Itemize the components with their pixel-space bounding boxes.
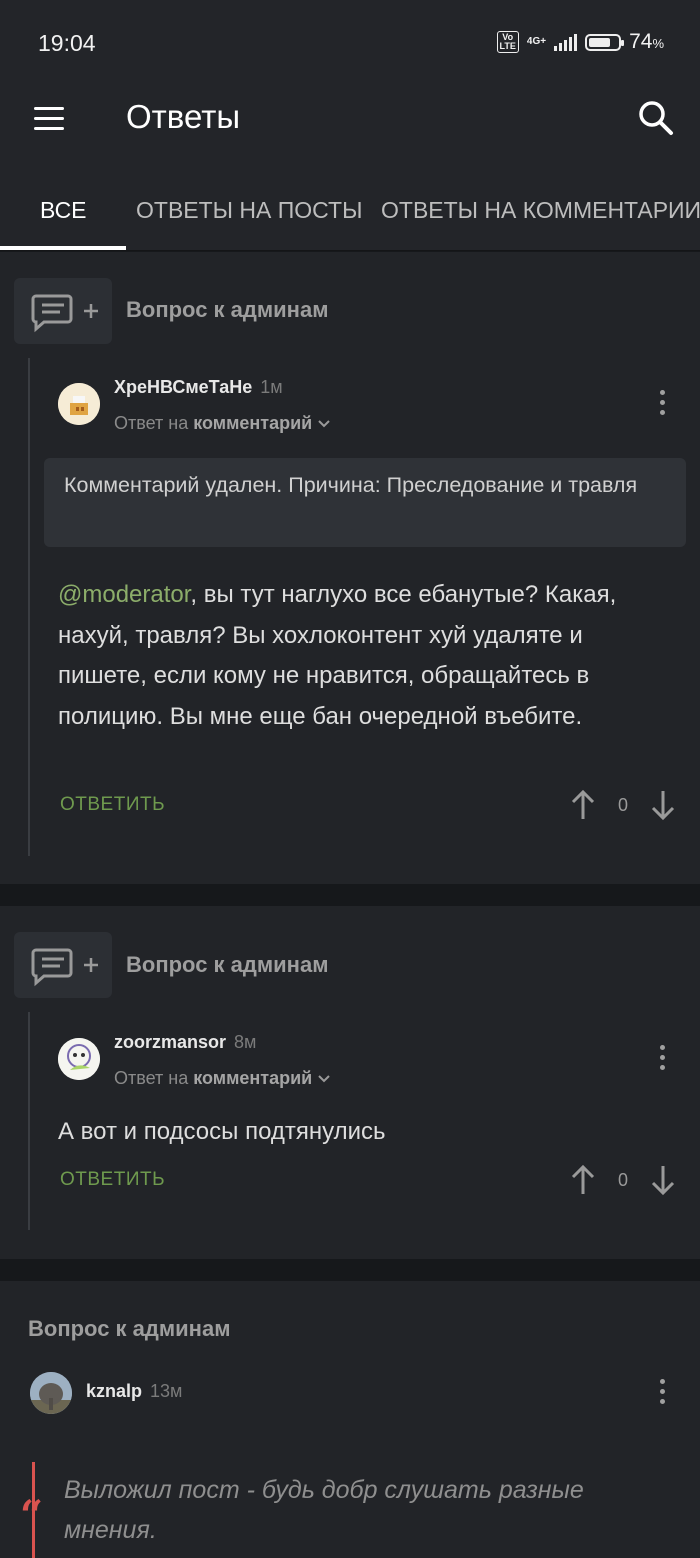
reply-button[interactable]: ОТВЕТИТЬ: [60, 1169, 165, 1191]
battery-percent-value: 74: [629, 30, 653, 53]
more-options-icon[interactable]: [652, 1377, 672, 1407]
tab-all[interactable]: ВСЕ: [40, 197, 87, 224]
signal-icon: [554, 33, 578, 51]
comment-body: А вот и подсосы подтянулись: [58, 1118, 386, 1145]
comment-time: 13м: [150, 1381, 183, 1401]
upvote-arrow-icon[interactable]: [570, 1164, 596, 1196]
reply-target[interactable]: комментарий: [193, 1068, 312, 1088]
chevron-down-icon[interactable]: [317, 419, 331, 429]
downvote-arrow-icon[interactable]: [650, 789, 676, 821]
username[interactable]: kznalp: [86, 1381, 142, 1401]
comment-time: 8м: [234, 1032, 257, 1052]
downvote-arrow-icon[interactable]: [650, 1164, 676, 1196]
battery-icon: [585, 33, 625, 51]
post-title[interactable]: Вопрос к админам: [126, 297, 328, 323]
tab-post-replies[interactable]: ОТВЕТЫ НА ПОСТЫ: [136, 197, 362, 224]
chevron-down-icon[interactable]: [317, 1074, 331, 1084]
username[interactable]: zoorzmansor: [114, 1032, 226, 1052]
post-title[interactable]: Вопрос к админам: [126, 952, 328, 978]
battery-percent: 74%: [629, 30, 664, 54]
thread-line: [28, 1012, 30, 1230]
status-bar: 19:04 Vo LTE 4G+ 74%: [0, 0, 700, 80]
hamburger-icon[interactable]: [34, 107, 66, 131]
comment-author[interactable]: ХреНВСмеТаНе 1м: [114, 377, 283, 398]
reply-to-link[interactable]: Ответ на комментарий: [114, 1068, 331, 1089]
upvote-arrow-icon[interactable]: [570, 789, 596, 821]
quote-icon: “: [20, 1492, 44, 1539]
comment-author[interactable]: zoorzmansor 8м: [114, 1032, 256, 1053]
reply-button[interactable]: ОТВЕТИТЬ: [60, 794, 165, 816]
battery-percent-sign: %: [652, 36, 664, 51]
reply-prefix: Ответ на: [114, 1068, 189, 1088]
tab-bar: ВСЕ ОТВЕТЫ НА ПОСТЫ ОТВЕТЫ НА КОММЕНТАРИ…: [0, 160, 700, 251]
more-options-icon[interactable]: [652, 388, 672, 418]
avatar[interactable]: [30, 1372, 72, 1414]
reply-to-link[interactable]: Ответ на комментарий: [114, 413, 331, 434]
tab-comment-replies[interactable]: ОТВЕТЫ НА КОММЕНТАРИИ: [381, 197, 700, 224]
thread-line: [28, 358, 30, 856]
avatar[interactable]: [58, 1038, 100, 1080]
post-title[interactable]: Вопрос к админам: [28, 1316, 230, 1342]
reply-target[interactable]: комментарий: [193, 413, 312, 433]
network-type: 4G+: [526, 36, 547, 47]
mention-link[interactable]: @moderator: [58, 581, 190, 608]
search-icon[interactable]: [636, 98, 676, 138]
quote-text: Выложил пост - будь добр слушать разные …: [64, 1476, 584, 1544]
page-title: Ответы: [126, 98, 241, 135]
vote-count: 0: [617, 795, 628, 815]
battery-fill: [589, 37, 611, 47]
active-tab-indicator: [0, 246, 126, 250]
avatar[interactable]: [58, 383, 100, 425]
vote-count: 0: [617, 1170, 628, 1190]
volte-icon: Vo LTE: [496, 31, 519, 53]
comment-text: @moderator, вы тут наглухо все ебанутые?…: [58, 575, 658, 737]
status-indicators: Vo LTE 4G+ 74%: [496, 30, 664, 54]
comment-time: 1м: [260, 377, 283, 397]
username[interactable]: ХреНВСмеТаНе: [114, 377, 252, 397]
status-time: 19:04: [38, 30, 96, 56]
app-bar: Ответы: [0, 80, 700, 160]
post-comment-add-icon[interactable]: [14, 278, 112, 344]
post-comment-add-icon[interactable]: [14, 932, 112, 998]
more-options-icon[interactable]: [652, 1043, 672, 1073]
comment-author[interactable]: kznalp 13м: [86, 1381, 182, 1402]
deleted-comment-notice: Комментарий удален. Причина: Преследован…: [44, 458, 686, 547]
reply-prefix: Ответ на: [114, 413, 189, 433]
